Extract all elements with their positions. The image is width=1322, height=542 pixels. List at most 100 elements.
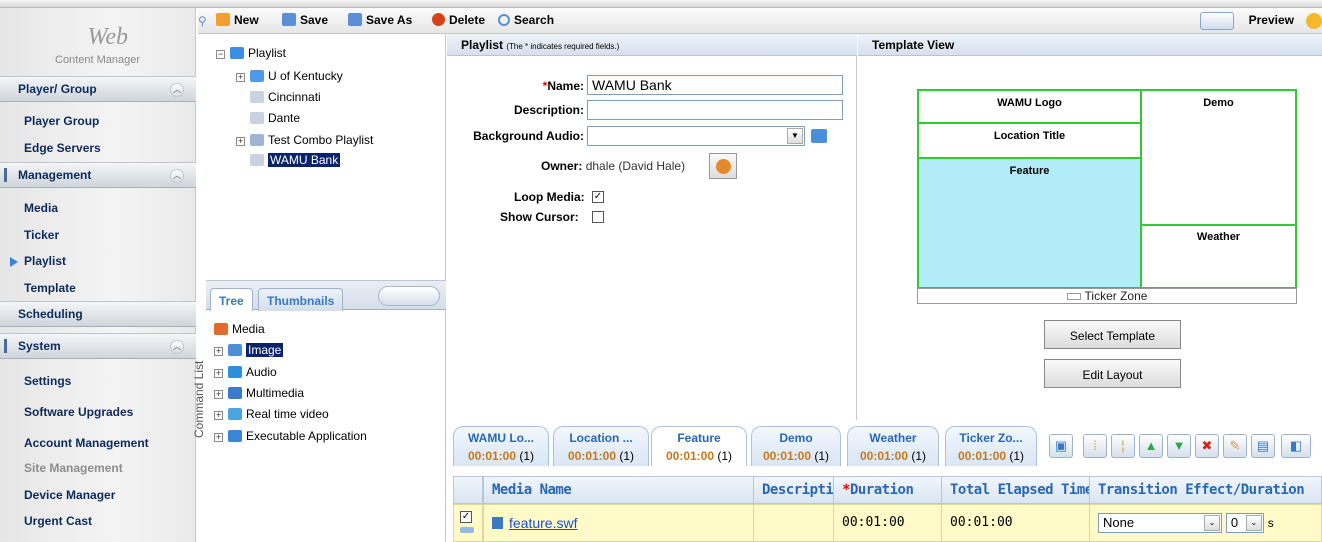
browse-audio-icon[interactable] — [811, 129, 827, 143]
table-row-media[interactable]: feature.swf — [483, 504, 755, 542]
new-button[interactable]: New — [216, 13, 259, 27]
sidebar-item-device-manager[interactable]: Device Manager — [24, 488, 115, 502]
description-field[interactable] — [587, 100, 843, 120]
expand-icon[interactable]: + — [214, 369, 223, 378]
sidebar-item-edge-servers[interactable]: Edge Servers — [24, 141, 101, 155]
expand-icon[interactable]: + — [214, 411, 223, 420]
row-move-icon[interactable] — [460, 527, 474, 533]
zone-location-title[interactable]: Location Title — [917, 122, 1142, 159]
column-header-elapsed[interactable]: Total Elapsed Time — [941, 476, 1091, 504]
row-checkbox[interactable]: ✓ — [460, 511, 472, 523]
sidebar-item-player-group[interactable]: Player Group — [24, 114, 99, 128]
remove-icon[interactable]: ✖ — [1195, 434, 1219, 458]
zone-tab-demo[interactable]: Demo 00:01:00 (1) — [751, 426, 841, 466]
add-media-icon[interactable] — [378, 286, 440, 306]
loop-media-checkbox[interactable]: ✓ — [592, 191, 604, 203]
sidebar-item-playlist[interactable]: Playlist — [24, 254, 66, 268]
save-button[interactable]: Save — [282, 13, 328, 27]
chevron-down-icon[interactable]: ⌄ — [1204, 515, 1220, 531]
show-cursor-checkbox[interactable] — [592, 211, 604, 223]
preview-zone-icon[interactable]: ◧ — [1281, 434, 1311, 458]
expand-icon[interactable]: + — [214, 390, 223, 399]
column-header-description[interactable]: Description — [753, 476, 835, 504]
owner-picker-button[interactable] — [709, 153, 737, 179]
help-icon[interactable] — [1306, 13, 1322, 29]
pin-icon[interactable]: ⚲ — [198, 14, 207, 28]
media-tree-item[interactable]: + Real time video — [214, 407, 329, 421]
tree-item[interactable]: + U of Kentucky — [236, 69, 343, 83]
sidebar-item-software-upgrades[interactable]: Software Upgrades — [24, 405, 133, 419]
transition-duration-select[interactable]: 0 ⌄ — [1225, 513, 1264, 533]
sidebar-item-ticker[interactable]: Ticker — [24, 228, 59, 242]
preview-button[interactable]: Preview — [1249, 13, 1294, 27]
edit-icon[interactable]: ✎ — [1223, 434, 1247, 458]
column-header-duration[interactable]: *Duration — [833, 476, 943, 504]
tree-item[interactable]: Dante — [250, 111, 300, 125]
media-tree-item[interactable]: + Audio — [214, 365, 277, 379]
sidebar-item-template[interactable]: Template — [24, 281, 76, 295]
tree-item[interactable]: Cincinnati — [250, 90, 321, 104]
schedule-icon[interactable]: ▤ — [1251, 434, 1275, 458]
name-field[interactable] — [587, 75, 843, 95]
sidebar-item-settings[interactable]: Settings — [24, 374, 71, 388]
background-audio-select[interactable]: ▼ — [587, 126, 805, 146]
search-button[interactable]: Search — [498, 13, 554, 27]
zone-tab-wamu-logo[interactable]: WAMU Lo... 00:01:00 (1) — [453, 426, 549, 466]
zone-tab-weather[interactable]: Weather 00:01:00 (1) — [847, 426, 939, 466]
zone-wamu-logo[interactable]: WAMU Logo — [917, 89, 1142, 124]
column-header-transition[interactable]: Transition Effect/Duration — [1089, 476, 1322, 504]
media-tree-item[interactable]: + Multimedia — [214, 386, 304, 400]
command-list-tab[interactable]: Command List — [192, 342, 206, 442]
template-view-header: Template View — [858, 34, 1322, 56]
delete-button[interactable]: Delete — [432, 13, 485, 27]
tab-tree[interactable]: Tree — [210, 288, 253, 311]
section-system[interactable]: System ︿ — [0, 333, 196, 359]
preview-mode-dropdown[interactable] — [1200, 12, 1234, 30]
properties-icon[interactable]: ▣ — [1049, 434, 1073, 458]
zone-weather[interactable]: Weather — [1140, 224, 1297, 289]
media-tree-root[interactable]: Media — [214, 322, 265, 336]
tree-item-selected[interactable]: WAMU Bank — [250, 153, 341, 167]
chevron-up-icon[interactable]: ︿ — [170, 83, 184, 97]
expand-icon[interactable]: + — [214, 433, 223, 442]
tab-thumbnails[interactable]: Thumbnails — [258, 288, 344, 311]
collapse-icon[interactable]: − — [216, 50, 225, 59]
chevron-down-icon[interactable]: ⌄ — [1245, 515, 1262, 531]
zone-tab-ticker[interactable]: Ticker Zo... 00:01:00 (1) — [945, 426, 1037, 466]
sidebar-item-urgent-cast[interactable]: Urgent Cast — [24, 514, 92, 528]
zone-feature[interactable]: Feature — [917, 157, 1142, 289]
tree-root-playlist[interactable]: − Playlist — [216, 46, 286, 60]
save-as-button[interactable]: Save As — [348, 13, 412, 27]
column-header-media-name[interactable]: Media Name — [483, 476, 755, 504]
expand-icon[interactable]: + — [214, 347, 223, 356]
chevron-up-icon[interactable]: ︿ — [170, 169, 184, 183]
edit-layout-button[interactable]: Edit Layout — [1044, 359, 1181, 388]
section-player-group[interactable]: Player/ Group ︿ — [0, 76, 196, 102]
move-down-icon[interactable]: ▼ — [1167, 434, 1191, 458]
media-tree-item[interactable]: + Image — [214, 343, 284, 357]
chevron-up-icon[interactable]: ︿ — [170, 340, 184, 354]
sidebar-item-account-management[interactable]: Account Management — [24, 436, 149, 450]
expand-icon[interactable]: + — [236, 73, 245, 82]
section-scheduling[interactable]: Scheduling — [0, 301, 196, 327]
select-template-button[interactable]: Select Template — [1044, 320, 1181, 349]
merge-icon[interactable]: ¦ — [1111, 434, 1135, 458]
media-tree-item[interactable]: + Executable Application — [214, 429, 367, 443]
zone-demo[interactable]: Demo — [1140, 89, 1297, 226]
section-marker-icon — [4, 168, 7, 182]
zone-ticker[interactable]: Ticker Zone — [917, 288, 1297, 304]
split-icon[interactable]: ⁞ — [1083, 434, 1107, 458]
section-management[interactable]: Management ︿ — [0, 162, 196, 188]
expand-icon[interactable]: + — [236, 137, 245, 146]
chevron-down-icon[interactable]: ▼ — [787, 128, 803, 144]
zone-tab-feature[interactable]: Feature 00:01:00 (1) — [651, 426, 747, 466]
zone-tab-location[interactable]: Location ... 00:01:00 (1) — [553, 426, 649, 466]
loop-media-label: Loop Media: — [514, 190, 585, 204]
move-up-icon[interactable]: ▲ — [1139, 434, 1163, 458]
tree-item[interactable]: + Test Combo Playlist — [236, 133, 373, 147]
transition-select[interactable]: None ⌄ — [1098, 513, 1222, 533]
row-duration[interactable]: 00:01:00 — [833, 504, 943, 542]
media-link[interactable]: feature.swf — [509, 515, 577, 531]
save-icon — [282, 13, 296, 26]
sidebar-item-media[interactable]: Media — [24, 201, 58, 215]
